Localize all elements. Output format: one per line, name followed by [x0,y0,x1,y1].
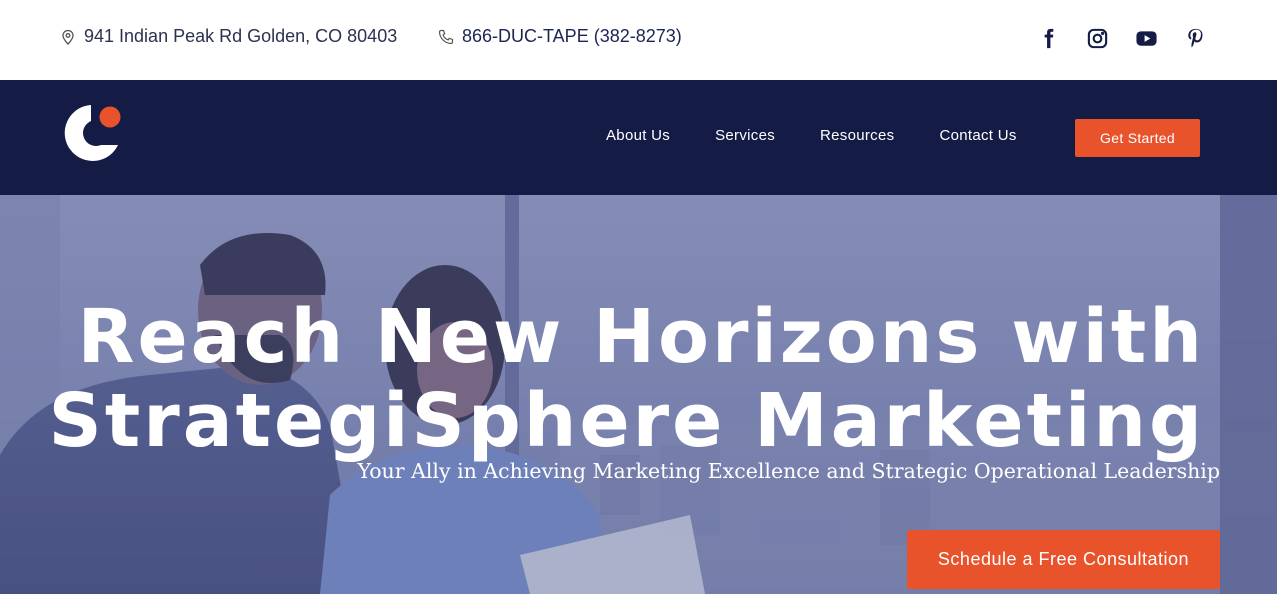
top-contact-bar: 941 Indian Peak Rd Golden, CO 80403 866-… [0,0,1277,80]
location-pin-icon [62,29,74,45]
instagram-icon[interactable] [1086,24,1109,52]
hero-title-line-1: Reach New Horizons with [77,294,1205,380]
pinterest-icon[interactable] [1184,24,1207,52]
nav-item-contact-us[interactable]: Contact Us [939,127,1016,144]
nav-item-resources[interactable]: Resources [820,127,894,144]
nav-menu: About Us Services Resources Contact Us [606,127,1017,144]
hero-title-line-2: StrategiSphere Marketing [48,378,1205,464]
nav-item-services[interactable]: Services [715,127,775,144]
address-text: 941 Indian Peak Rd Golden, CO 80403 [84,26,398,46]
phone-link[interactable]: 866-DUC-TAPE (382-8273) [462,26,682,47]
hero-section: Reach New Horizons with StrategiSphere M… [0,195,1277,594]
phone-icon [438,29,454,44]
hero-title: Reach New Horizons with StrategiSphere M… [49,295,1205,463]
main-navbar: About Us Services Resources Contact Us G… [0,80,1277,195]
nav-item-about-us[interactable]: About Us [606,127,670,144]
schedule-consultation-button[interactable]: Schedule a Free Consultation [907,530,1220,589]
phone[interactable]: 866-DUC-TAPE (382-8273) [438,26,682,47]
social-links [1037,24,1207,52]
get-started-button[interactable]: Get Started [1075,119,1200,157]
facebook-icon[interactable] [1037,24,1060,52]
strategisphere-logo[interactable] [60,100,122,166]
hero-subtitle: Your Ally in Achieving Marketing Excelle… [357,459,1220,483]
youtube-icon[interactable] [1135,24,1158,52]
address: 941 Indian Peak Rd Golden, CO 80403 [60,26,397,47]
